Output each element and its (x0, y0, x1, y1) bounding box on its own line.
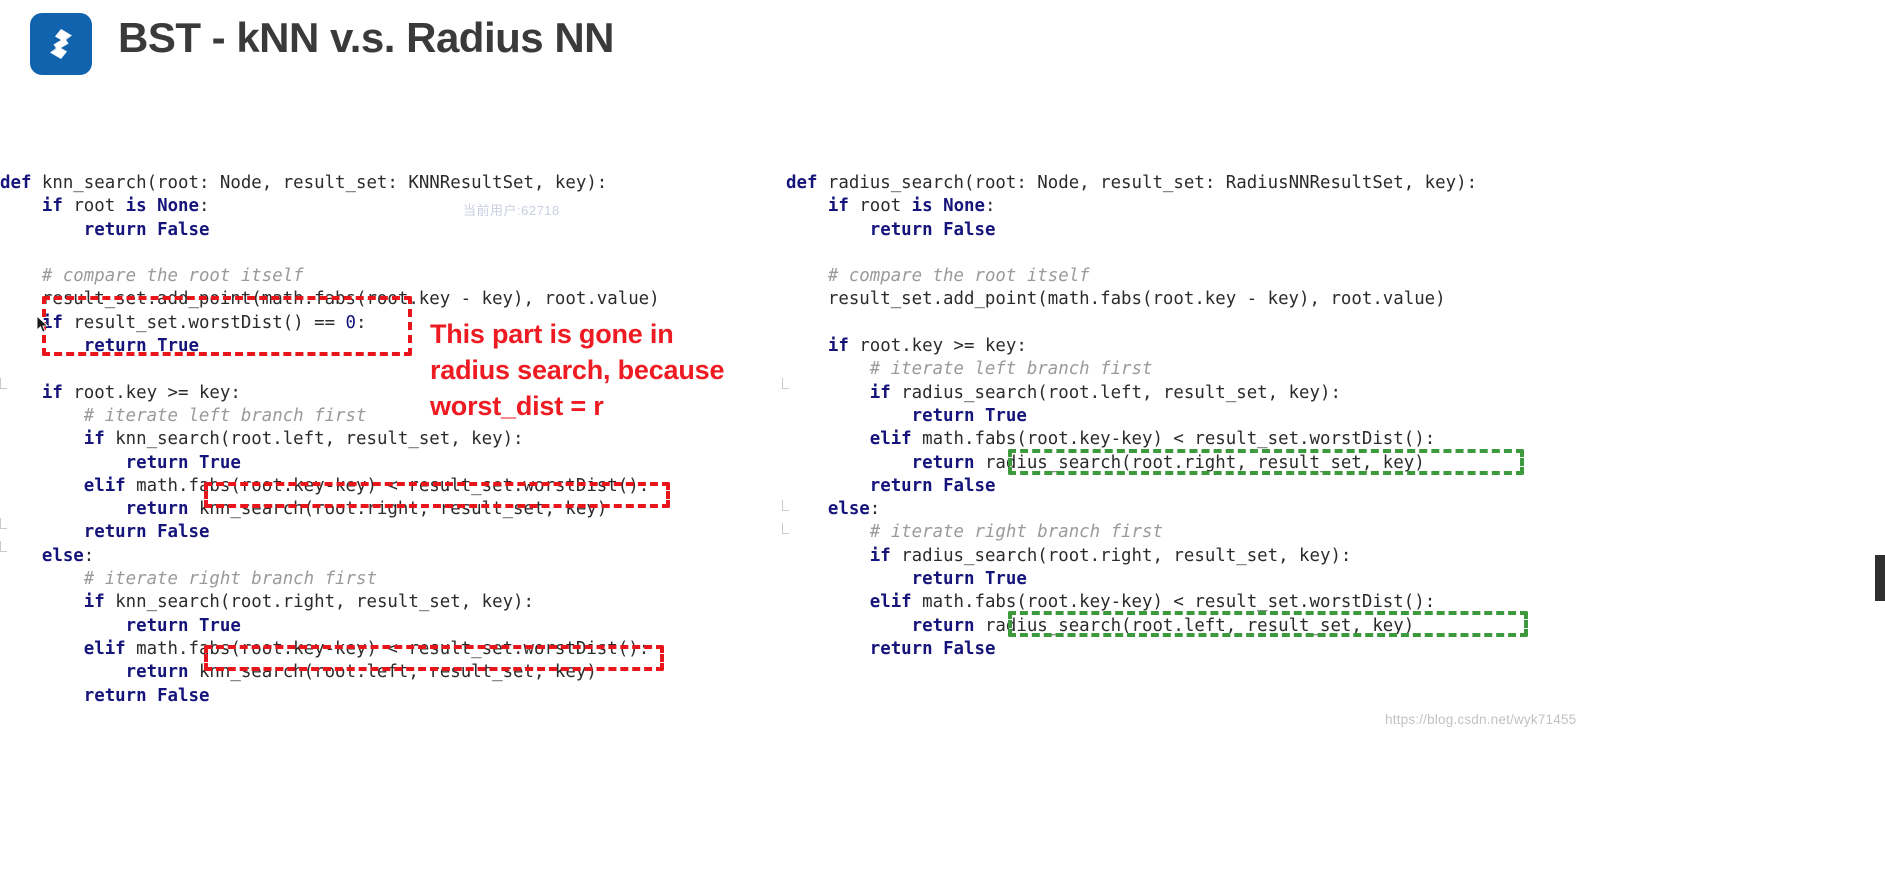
knn-search-left-call-box (204, 645, 664, 671)
radius-search-code-block: def radius_search(root: Node, result_set… (786, 173, 1478, 659)
vertical-scrollbar-thumb[interactable] (1875, 555, 1885, 601)
slide-canvas: BST - kNN v.s. Radius NN def knn_search(… (0, 0, 1885, 882)
code-fold-mark (782, 378, 789, 389)
shards-logo-icon (30, 13, 92, 75)
knn-search-code-block: def knn_search(root: Node, result_set: K… (0, 173, 660, 706)
worstDist-zero-check-box (42, 296, 412, 356)
mouse-cursor-icon (36, 314, 50, 340)
page-title: BST - kNN v.s. Radius NN (118, 14, 614, 61)
code-fold-mark (0, 541, 7, 552)
code-fold-mark (782, 523, 789, 534)
radius-search-right-call-box (1008, 449, 1524, 475)
vertical-scrollbar-track[interactable] (1875, 170, 1885, 730)
annotation-note: This part is gone in radius search, beca… (430, 319, 725, 421)
knn-search-right-call-box (204, 482, 670, 508)
radius-search-left-call-box (1008, 611, 1528, 637)
blog-watermark: https://blog.csdn.net/wyk71455 (1385, 712, 1577, 727)
code-fold-mark (782, 500, 789, 511)
code-fold-mark (0, 378, 7, 389)
user-watermark: 当前用户:62718 (463, 203, 560, 218)
code-fold-mark (0, 518, 7, 529)
slide-header: BST - kNN v.s. Radius NN (0, 0, 1885, 100)
